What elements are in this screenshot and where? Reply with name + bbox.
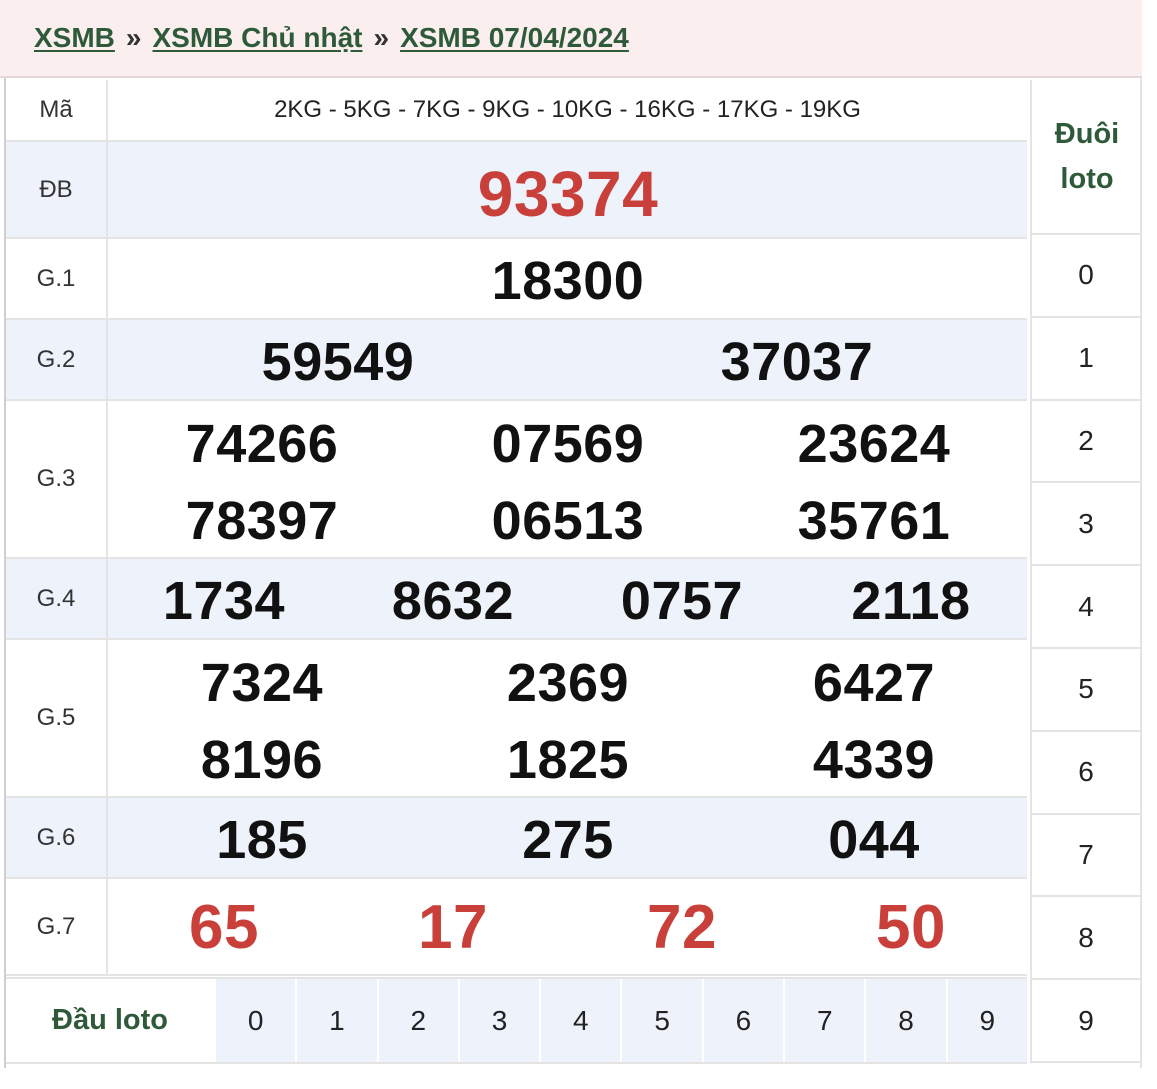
prize-number: 07569 bbox=[491, 414, 645, 474]
row-label: G.5 bbox=[6, 640, 108, 796]
prize-7-cell: 65 17 72 50 bbox=[108, 879, 1027, 974]
prize-3-cell: 74266 07569 23624 78397 06513 35761 bbox=[108, 401, 1027, 557]
prize-number: 4339 bbox=[812, 730, 936, 790]
dau-loto-digit[interactable]: 3 bbox=[457, 979, 540, 1062]
duoi-loto-digit[interactable]: 9 bbox=[1032, 980, 1140, 1063]
breadcrumb-link-xsmb[interactable]: XSMB bbox=[34, 22, 115, 54]
dau-loto-digit[interactable]: 2 bbox=[376, 979, 458, 1062]
codes-cell: 2KG - 5KG - 7KG - 9KG - 10KG - 16KG - 17… bbox=[108, 80, 1027, 140]
prize-1-cell: 18300 bbox=[108, 239, 1027, 318]
dau-loto-digit[interactable]: 4 bbox=[539, 979, 621, 1062]
prize-number: 8632 bbox=[391, 571, 515, 631]
dau-loto-digit[interactable]: 1 bbox=[295, 979, 377, 1062]
prize-number: 78397 bbox=[185, 491, 339, 551]
prize-number: 65 bbox=[189, 893, 259, 962]
prize-number: 1825 bbox=[506, 730, 630, 790]
prize-number: 06513 bbox=[491, 491, 645, 551]
row-label: Mã bbox=[6, 80, 108, 140]
prize-number: 7324 bbox=[200, 653, 324, 713]
prize-number: 23624 bbox=[797, 414, 951, 474]
row-label: G.4 bbox=[6, 559, 108, 638]
prize-number: 044 bbox=[828, 810, 920, 870]
prize-5-cell: 7324 2369 6427 8196 1825 4339 bbox=[108, 640, 1027, 796]
special-prize-number: 93374 bbox=[477, 158, 659, 230]
prize-number: 275 bbox=[522, 810, 614, 870]
duoi-loto-column: Đuôi loto 0 1 2 3 4 5 6 7 8 9 bbox=[1030, 80, 1142, 1063]
prize-number: 185 bbox=[216, 810, 308, 870]
breadcrumb: XSMB » XSMB Chủ nhật » XSMB 07/04/2024 bbox=[0, 0, 1142, 78]
row-label: G.1 bbox=[6, 239, 108, 318]
prize-number: 0757 bbox=[620, 571, 744, 631]
prize-number: 8196 bbox=[200, 730, 324, 790]
prize-6-cell: 185 275 044 bbox=[108, 798, 1027, 877]
dau-loto-digit[interactable]: 0 bbox=[214, 979, 296, 1062]
prize-2-cell: 59549 37037 bbox=[108, 320, 1027, 399]
prize-number: 72 bbox=[647, 893, 717, 962]
duoi-loto-digit[interactable]: 4 bbox=[1032, 566, 1140, 649]
row-label: ĐB bbox=[6, 142, 108, 237]
row-codes: Mã 2KG - 5KG - 7KG - 9KG - 10KG - 16KG -… bbox=[6, 80, 1027, 142]
prize-number: 50 bbox=[876, 893, 946, 962]
breadcrumb-link-date[interactable]: XSMB 07/04/2024 bbox=[400, 22, 629, 54]
prize-number: 37037 bbox=[720, 332, 874, 392]
row-prize-7: G.7 65 17 72 50 bbox=[6, 879, 1027, 976]
duoi-loto-digit[interactable]: 8 bbox=[1032, 897, 1140, 981]
prize-number: 17 bbox=[418, 893, 488, 962]
duoi-loto-digit[interactable]: 5 bbox=[1032, 649, 1140, 732]
prize-number: 2118 bbox=[851, 571, 971, 631]
prize-number: 35761 bbox=[797, 491, 951, 551]
row-label: G.6 bbox=[6, 798, 108, 877]
breadcrumb-separator: » bbox=[125, 22, 142, 53]
row-prize-1: G.1 18300 bbox=[6, 239, 1027, 320]
prize-number: 74266 bbox=[185, 414, 339, 474]
duoi-loto-digit[interactable]: 2 bbox=[1032, 401, 1140, 484]
row-label: G.2 bbox=[6, 320, 108, 399]
duoi-loto-digit[interactable]: 1 bbox=[1032, 318, 1140, 401]
duoi-loto-digit[interactable]: 7 bbox=[1032, 815, 1140, 898]
duoi-loto-digit[interactable]: 3 bbox=[1032, 483, 1140, 567]
dau-loto-title: Đầu loto bbox=[6, 979, 214, 1062]
row-prize-4: G.4 1734 8632 0757 2118 bbox=[6, 559, 1027, 640]
duoi-loto-digit[interactable]: 0 bbox=[1032, 235, 1140, 318]
codes-value: 2KG - 5KG - 7KG - 9KG - 10KG - 16KG - 17… bbox=[274, 96, 861, 123]
special-prize-cell: 93374 bbox=[108, 142, 1027, 237]
prize-number: 18300 bbox=[491, 251, 645, 311]
prize-number: 59549 bbox=[261, 332, 415, 392]
row-prize-5: G.5 7324 2369 6427 8196 1825 4339 bbox=[6, 640, 1027, 798]
prize-number: 6427 bbox=[812, 653, 936, 713]
duoi-loto-digit[interactable]: 6 bbox=[1032, 732, 1140, 815]
row-label: G.7 bbox=[6, 879, 108, 974]
dau-loto-digit[interactable]: 8 bbox=[864, 979, 946, 1062]
row-prize-3: G.3 74266 07569 23624 78397 06513 35761 bbox=[6, 401, 1027, 559]
breadcrumb-link-day[interactable]: XSMB Chủ nhật bbox=[152, 22, 362, 54]
row-prize-2: G.2 59549 37037 bbox=[6, 320, 1027, 401]
dau-loto-digit[interactable]: 9 bbox=[945, 979, 1027, 1062]
dau-loto-digit[interactable]: 5 bbox=[620, 979, 702, 1062]
dau-loto-digit[interactable]: 7 bbox=[783, 979, 865, 1062]
prize-number: 1734 bbox=[162, 571, 286, 631]
dau-loto-digit[interactable]: 6 bbox=[701, 979, 784, 1062]
row-label: G.3 bbox=[6, 401, 108, 557]
dau-loto-row: Đầu loto 0 1 2 3 4 5 6 7 8 9 bbox=[6, 977, 1027, 1064]
duoi-loto-title: Đuôi loto bbox=[1032, 80, 1142, 235]
prize-4-cell: 1734 8632 0757 2118 bbox=[108, 559, 1027, 638]
breadcrumb-separator: » bbox=[373, 22, 390, 53]
row-special-prize: ĐB 93374 bbox=[6, 142, 1027, 239]
row-prize-6: G.6 185 275 044 bbox=[6, 798, 1027, 879]
prize-number: 2369 bbox=[506, 653, 630, 713]
